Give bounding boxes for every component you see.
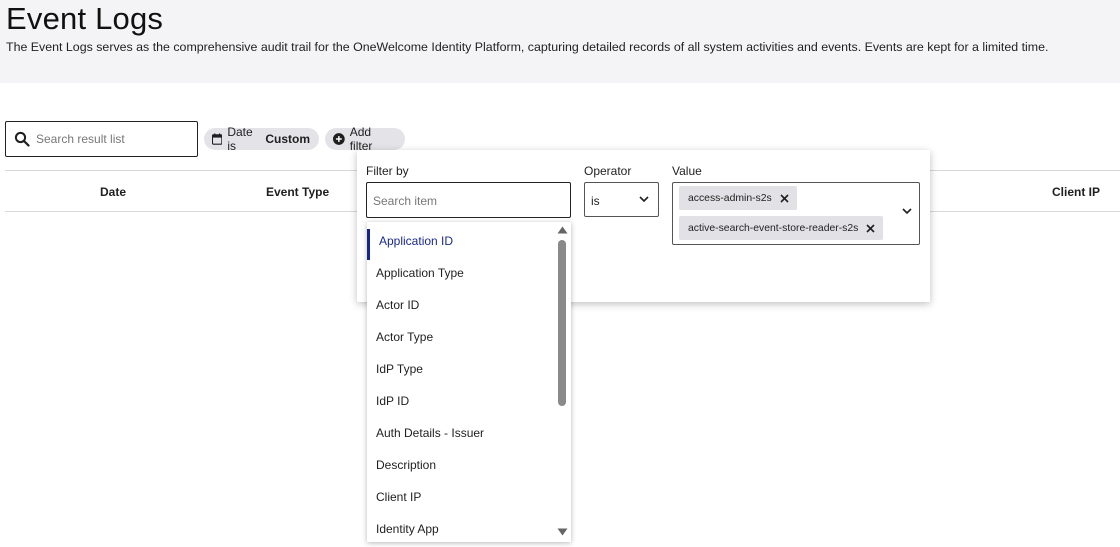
dropdown-item-idp-id[interactable]: IdP ID (367, 386, 557, 416)
remove-tag-icon[interactable] (780, 193, 789, 203)
operator-select[interactable]: is (584, 182, 659, 217)
date-chip-prefix: Date is (227, 125, 253, 153)
calendar-icon (212, 133, 223, 145)
filter-by-label: Filter by (366, 164, 409, 178)
search-icon (14, 131, 30, 147)
dropdown-item-description[interactable]: Description (367, 450, 557, 480)
dropdown-item-application-id[interactable]: Application ID (367, 226, 557, 260)
operator-label: Operator (584, 164, 632, 178)
column-header-event-type[interactable]: Event Type (266, 185, 329, 199)
value-tag-label: active-search-event-store-reader-s2s (688, 222, 859, 234)
dropdown-item-actor-type[interactable]: Actor Type (367, 322, 557, 352)
page-header: Event Logs The Event Logs serves as the … (0, 0, 1120, 83)
filter-field-dropdown: Application ID Application Type Actor ID… (367, 222, 571, 542)
search-input[interactable] (36, 130, 191, 148)
plus-circle-icon (333, 133, 345, 145)
chevron-down-icon[interactable] (902, 208, 912, 215)
column-header-client-ip[interactable]: Client IP (1052, 185, 1100, 199)
filter-search-field[interactable] (366, 182, 571, 218)
value-label: Value (672, 164, 702, 178)
add-filter-button[interactable]: Add filter (325, 125, 405, 153)
scroll-down-arrow-icon[interactable] (557, 528, 568, 536)
search-result-list[interactable] (5, 121, 198, 157)
value-tag: active-search-event-store-reader-s2s (679, 216, 884, 240)
value-multiselect[interactable]: access-admin-s2s active-search-event-sto… (672, 182, 920, 245)
date-chip-value: Custom (265, 132, 310, 146)
dropdown-item-auth-details-issuer[interactable]: Auth Details - Issuer (367, 418, 557, 448)
date-filter-chip[interactable]: Date is Custom (204, 125, 319, 153)
page-title: Event Logs (6, 1, 164, 36)
dropdown-item-client-ip[interactable]: Client IP (367, 482, 557, 512)
chevron-down-icon (639, 196, 649, 203)
add-filter-label: Add filter (349, 125, 373, 153)
filter-search-input[interactable] (373, 192, 563, 209)
remove-tag-icon[interactable] (866, 223, 875, 233)
scrollbar-thumb[interactable] (558, 240, 566, 406)
dropdown-item-identity-app[interactable]: Identity App (367, 514, 557, 542)
value-tag: access-admin-s2s (679, 186, 797, 210)
value-tag-label: access-admin-s2s (688, 192, 772, 204)
page-description: The Event Logs serves as the comprehensi… (6, 40, 1049, 54)
scroll-up-arrow-icon[interactable] (557, 226, 568, 234)
column-header-date[interactable]: Date (100, 185, 126, 199)
operator-value: is (591, 194, 600, 208)
dropdown-item-idp-type[interactable]: IdP Type (367, 354, 557, 384)
dropdown-item-actor-id[interactable]: Actor ID (367, 290, 557, 320)
dropdown-item-application-type[interactable]: Application Type (367, 258, 557, 288)
